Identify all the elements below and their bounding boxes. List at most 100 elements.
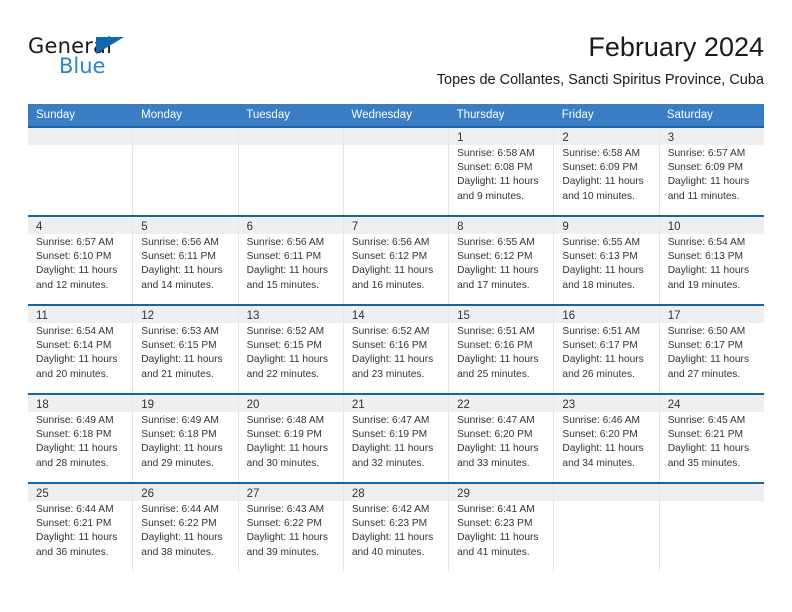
daylight-text-line2: and 28 minutes.	[36, 457, 109, 469]
day-number-band: 10	[659, 217, 764, 234]
day-cell[interactable]: 29 Sunrise: 6:41 AM Sunset: 6:23 PM Dayl…	[448, 484, 554, 572]
daylight-text-line1: Daylight: 11 hours	[667, 265, 750, 277]
day-cell[interactable]: 12 Sunrise: 6:53 AM Sunset: 6:15 PM Dayl…	[132, 306, 238, 393]
weekday-header-monday: Monday	[141, 109, 183, 121]
daylight-text-line1: Daylight: 11 hours	[667, 176, 750, 188]
daylight-text-line1: Daylight: 11 hours	[457, 176, 539, 188]
day-cell[interactable]: 10 Sunrise: 6:54 AM Sunset: 6:13 PM Dayl…	[658, 217, 764, 304]
daylight-text-line1: Daylight: 11 hours	[562, 265, 644, 277]
day-number-band: 8	[449, 217, 554, 234]
day-cell[interactable]: 11 Sunrise: 6:54 AM Sunset: 6:14 PM Dayl…	[28, 306, 133, 393]
day-number-band	[28, 128, 133, 145]
sunset-text: Sunset: 6:11 PM	[141, 251, 216, 263]
day-number-band: 26	[133, 484, 238, 501]
day-info: Sunrise: 6:53 AM Sunset: 6:15 PM Dayligh…	[133, 323, 237, 382]
sunrise-text: Sunrise: 6:49 AM	[36, 415, 114, 426]
daylight-text-line2: and 33 minutes.	[457, 457, 530, 469]
sunrise-text: Sunrise: 6:54 AM	[667, 237, 746, 248]
day-info: Sunrise: 6:45 AM Sunset: 6:21 PM Dayligh…	[660, 412, 764, 471]
day-number-band: 14	[343, 306, 449, 323]
sunrise-text: Sunrise: 6:45 AM	[667, 415, 746, 426]
daylight-text-line1: Daylight: 11 hours	[562, 354, 644, 366]
day-info: Sunrise: 6:44 AM Sunset: 6:21 PM Dayligh…	[28, 501, 132, 560]
day-cell[interactable]: 1 Sunrise: 6:58 AM Sunset: 6:08 PM Dayli…	[448, 128, 554, 215]
day-cell[interactable]: 18 Sunrise: 6:49 AM Sunset: 6:18 PM Dayl…	[28, 395, 133, 482]
day-number: 29	[457, 488, 470, 500]
day-info: Sunrise: 6:54 AM Sunset: 6:14 PM Dayligh…	[28, 323, 132, 382]
weekday-header-saturday: Saturday	[666, 109, 713, 121]
day-cell[interactable]: 2 Sunrise: 6:58 AM Sunset: 6:09 PM Dayli…	[553, 128, 659, 215]
day-number: 5	[141, 221, 148, 233]
day-cell[interactable]: 22 Sunrise: 6:47 AM Sunset: 6:20 PM Dayl…	[448, 395, 554, 482]
sunrise-text: Sunrise: 6:43 AM	[246, 504, 325, 515]
day-cell[interactable]: 4 Sunrise: 6:57 AM Sunset: 6:10 PM Dayli…	[28, 217, 133, 304]
sunset-text: Sunset: 6:22 PM	[246, 518, 322, 530]
sunrise-text: Sunrise: 6:58 AM	[457, 148, 535, 159]
day-cell[interactable]: 19 Sunrise: 6:49 AM Sunset: 6:18 PM Dayl…	[132, 395, 238, 482]
day-number-band: 5	[133, 217, 238, 234]
day-number: 20	[246, 399, 260, 411]
day-cell[interactable]: 5 Sunrise: 6:56 AM Sunset: 6:11 PM Dayli…	[132, 217, 238, 304]
day-cell[interactable]: 15 Sunrise: 6:51 AM Sunset: 6:16 PM Dayl…	[448, 306, 554, 393]
week-row: 18 Sunrise: 6:49 AM Sunset: 6:18 PM Dayl…	[28, 393, 764, 482]
day-info: Sunrise: 6:56 AM Sunset: 6:11 PM Dayligh…	[133, 234, 237, 293]
day-cell[interactable]: 25 Sunrise: 6:44 AM Sunset: 6:21 PM Dayl…	[28, 484, 133, 572]
day-info: Sunrise: 6:55 AM Sunset: 6:13 PM Dayligh…	[554, 234, 658, 293]
day-cell[interactable]: 21 Sunrise: 6:47 AM Sunset: 6:19 PM Dayl…	[342, 395, 449, 482]
day-number-band: 6	[238, 217, 343, 234]
daylight-text-line2: and 9 minutes.	[457, 190, 524, 202]
day-cell[interactable]: 23 Sunrise: 6:46 AM Sunset: 6:20 PM Dayl…	[553, 395, 659, 482]
page-title: February 2024	[588, 32, 764, 62]
day-cell[interactable]: 28 Sunrise: 6:42 AM Sunset: 6:23 PM Dayl…	[342, 484, 449, 572]
daylight-text-line1: Daylight: 11 hours	[141, 443, 223, 455]
day-number-band: 3	[659, 128, 764, 145]
day-cell[interactable]: 27 Sunrise: 6:43 AM Sunset: 6:22 PM Dayl…	[237, 484, 343, 572]
day-number: 17	[667, 310, 681, 322]
daylight-text-line1: Daylight: 11 hours	[457, 265, 539, 277]
daylight-text-line1: Daylight: 11 hours	[36, 532, 118, 544]
day-cell[interactable]: 9 Sunrise: 6:55 AM Sunset: 6:13 PM Dayli…	[553, 217, 659, 304]
day-cell[interactable]: 13 Sunrise: 6:52 AM Sunset: 6:15 PM Dayl…	[237, 306, 343, 393]
daylight-text-line1: Daylight: 11 hours	[351, 265, 434, 277]
daylight-text-line1: Daylight: 11 hours	[667, 354, 750, 366]
day-number-band: 1	[449, 128, 554, 145]
daylight-text-line2: and 17 minutes.	[457, 279, 530, 291]
daylight-text-line2: and 40 minutes.	[351, 546, 425, 558]
day-cell[interactable]: 7 Sunrise: 6:56 AM Sunset: 6:12 PM Dayli…	[342, 217, 449, 304]
daylight-text-line2: and 34 minutes.	[562, 457, 635, 469]
sunset-text: Sunset: 6:16 PM	[457, 340, 533, 352]
sunrise-text: Sunrise: 6:57 AM	[667, 148, 746, 159]
sunset-text: Sunset: 6:18 PM	[36, 429, 112, 441]
day-info: Sunrise: 6:58 AM Sunset: 6:08 PM Dayligh…	[449, 145, 553, 204]
day-number-band: 2	[554, 128, 659, 145]
general-blue-logo[interactable]: General Blue	[28, 34, 228, 86]
daylight-text-line2: and 15 minutes.	[246, 279, 320, 291]
daylight-text-line1: Daylight: 11 hours	[351, 532, 434, 544]
day-cell[interactable]: 17 Sunrise: 6:50 AM Sunset: 6:17 PM Dayl…	[658, 306, 764, 393]
sunrise-text: Sunrise: 6:58 AM	[562, 148, 640, 159]
daylight-text-line1: Daylight: 11 hours	[36, 443, 118, 455]
day-info: Sunrise: 6:43 AM Sunset: 6:22 PM Dayligh…	[239, 501, 343, 560]
day-cell[interactable]: 8 Sunrise: 6:55 AM Sunset: 6:12 PM Dayli…	[448, 217, 554, 304]
sunrise-text: Sunrise: 6:57 AM	[36, 237, 114, 248]
sunset-text: Sunset: 6:16 PM	[351, 340, 428, 352]
daylight-text-line2: and 29 minutes.	[141, 457, 214, 469]
day-number: 14	[351, 310, 365, 322]
daylight-text-line2: and 26 minutes.	[562, 368, 635, 380]
calendar-grid: Sunday Monday Tuesday Wednesday Thursday…	[28, 104, 764, 572]
sunset-text: Sunset: 6:11 PM	[246, 251, 322, 263]
day-cell[interactable]: 14 Sunrise: 6:52 AM Sunset: 6:16 PM Dayl…	[342, 306, 449, 393]
sunset-text: Sunset: 6:17 PM	[562, 340, 638, 352]
day-cell	[28, 128, 133, 215]
day-info: Sunrise: 6:44 AM Sunset: 6:22 PM Dayligh…	[133, 501, 237, 560]
day-cell[interactable]: 24 Sunrise: 6:45 AM Sunset: 6:21 PM Dayl…	[658, 395, 764, 482]
week-row: 25 Sunrise: 6:44 AM Sunset: 6:21 PM Dayl…	[28, 482, 764, 572]
day-cell[interactable]: 26 Sunrise: 6:44 AM Sunset: 6:22 PM Dayl…	[132, 484, 238, 572]
day-number-band: 28	[343, 484, 449, 501]
day-cell[interactable]: 3 Sunrise: 6:57 AM Sunset: 6:09 PM Dayli…	[658, 128, 764, 215]
sunset-text: Sunset: 6:23 PM	[457, 518, 533, 530]
day-cell[interactable]: 16 Sunrise: 6:51 AM Sunset: 6:17 PM Dayl…	[553, 306, 659, 393]
day-cell[interactable]: 20 Sunrise: 6:48 AM Sunset: 6:19 PM Dayl…	[237, 395, 343, 482]
day-cell[interactable]: 6 Sunrise: 6:56 AM Sunset: 6:11 PM Dayli…	[237, 217, 343, 304]
day-number: 24	[667, 399, 681, 411]
